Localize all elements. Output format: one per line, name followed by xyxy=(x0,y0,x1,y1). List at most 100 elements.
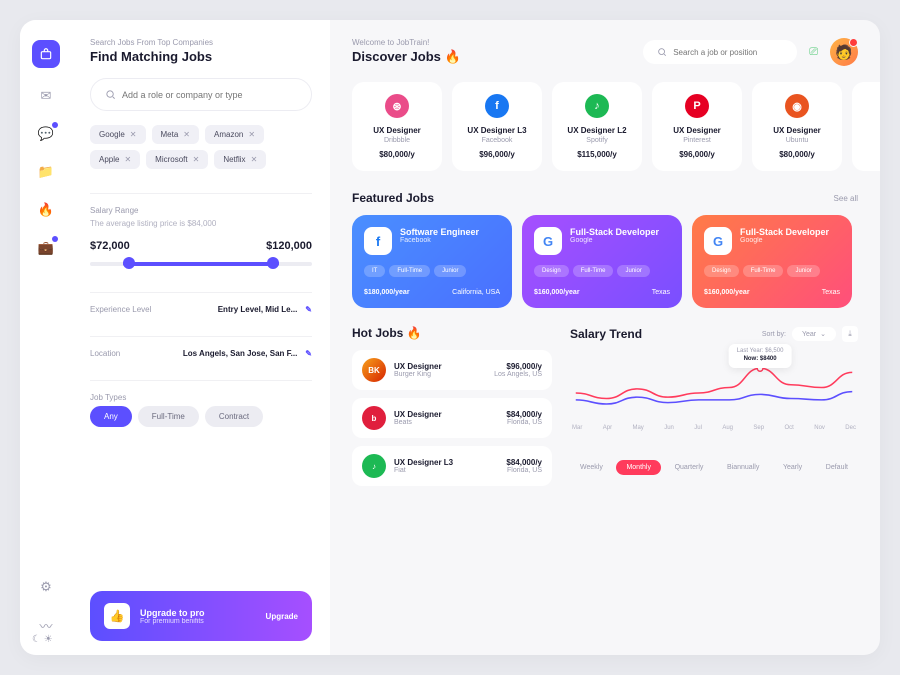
hot-job-item[interactable]: ♪ UX Designer L3Fiat $84,000/yFlorida, U… xyxy=(352,446,552,486)
period-option[interactable]: Quarterly xyxy=(665,460,714,475)
job-location: Texas xyxy=(822,289,840,296)
job-role: UX Designer xyxy=(362,126,432,135)
trending-icon[interactable]: 🔥 xyxy=(36,200,56,220)
filter-search[interactable] xyxy=(90,78,312,111)
filter-tag[interactable]: Amazon ✕ xyxy=(205,125,264,144)
see-all-link[interactable]: See all xyxy=(834,194,858,203)
loc-value[interactable]: Los Angels, San Jose, San F...✎ xyxy=(183,349,312,358)
slider-thumb-min[interactable] xyxy=(123,257,135,269)
job-type-chip[interactable]: Contract xyxy=(205,406,263,427)
filter-tag[interactable]: Meta ✕ xyxy=(152,125,200,144)
company-tags: Google ✕ Meta ✕ Amazon ✕ Apple ✕ Microsoft ✕… xyxy=(90,125,312,169)
job-location: California, USA xyxy=(452,289,500,296)
month-label: Nov xyxy=(814,425,825,431)
job-tag: Design xyxy=(534,265,569,277)
job-role: Software Engineer xyxy=(400,227,479,237)
company-logo: P xyxy=(685,94,709,118)
filter-tag[interactable]: Apple ✕ xyxy=(90,150,140,169)
company-card[interactable]: ◉ UX Designer Ubuntu $80,000/y xyxy=(752,82,842,171)
filter-tag[interactable]: Google ✕ xyxy=(90,125,146,144)
job-tag: Full-Time xyxy=(389,265,430,277)
job-role: UX Designer xyxy=(762,126,832,135)
close-icon[interactable]: ✕ xyxy=(183,130,190,139)
settings-icon[interactable]: ⚙ xyxy=(36,577,56,597)
company-name: Dribbble xyxy=(362,137,432,144)
panel-title: Find Matching Jobs xyxy=(90,49,312,64)
period-option[interactable]: Default xyxy=(816,460,858,475)
close-icon[interactable]: ✕ xyxy=(130,130,137,139)
company-card[interactable]: f UX Designer L3 Facebook $96,000/y xyxy=(452,82,542,171)
company-logo: ⊛ xyxy=(385,94,409,118)
company-name: Facebook xyxy=(462,137,532,144)
download-button[interactable]: ⤓ xyxy=(842,326,858,342)
close-icon[interactable]: ✕ xyxy=(124,155,131,164)
month-label: May xyxy=(632,425,643,431)
search-icon xyxy=(657,47,667,57)
chat-icon[interactable]: 💬 xyxy=(36,124,56,144)
salary-range-values: $72,000 $120,000 xyxy=(90,240,312,252)
filter-tag[interactable]: Microsoft ✕ xyxy=(146,150,208,169)
close-icon[interactable]: ✕ xyxy=(193,155,200,164)
avatar[interactable]: 🧑 xyxy=(830,38,858,66)
job-role: UX xyxy=(862,126,880,135)
activity-icon[interactable]: 〰 xyxy=(36,615,56,635)
slider-thumb-max[interactable] xyxy=(267,257,279,269)
featured-card[interactable]: G Full-Stack DeveloperGoogle DesignFull-… xyxy=(692,215,852,308)
company-card[interactable]: ⊛ UX Designer Dribbble $80,000/y xyxy=(352,82,442,171)
period-selector: WeeklyMonthly QuarterlyBiannually Yearly De… xyxy=(570,460,858,475)
briefcase-icon[interactable]: 💼 xyxy=(36,238,56,258)
close-icon[interactable]: ✕ xyxy=(248,130,255,139)
salary-chart: Last Year: $6,500 Now: $8400 MarAprMayJu… xyxy=(570,350,858,450)
main-search[interactable] xyxy=(643,40,797,64)
company-name: Ubuntu xyxy=(762,137,832,144)
filter-search-input[interactable] xyxy=(122,90,297,100)
job-salary: $96,000/y xyxy=(462,150,532,159)
hot-title: Hot Jobs 🔥 xyxy=(352,326,552,340)
company-name: Spotify xyxy=(562,137,632,144)
period-option[interactable]: Weekly xyxy=(570,460,613,475)
job-role: UX Designer L3 xyxy=(394,458,498,467)
close-icon[interactable]: ✕ xyxy=(251,155,258,164)
main-search-input[interactable] xyxy=(673,48,783,57)
month-label: Apr xyxy=(603,425,612,431)
chart-lines xyxy=(570,350,858,420)
edit-icon[interactable]: ✎ xyxy=(305,305,312,314)
panel-subtitle: Search Jobs From Top Companies xyxy=(90,38,312,47)
job-salary: $84,000/y xyxy=(506,458,542,467)
job-type-chips: Any Full-Time Contract xyxy=(90,406,312,427)
period-option[interactable]: Monthly xyxy=(616,460,661,475)
month-label: Mar xyxy=(572,425,582,431)
company-logo: f xyxy=(364,227,392,255)
filter-panel: Search Jobs From Top Companies Find Matc… xyxy=(72,20,330,655)
featured-card[interactable]: G Full-Stack DeveloperGoogle DesignFull-… xyxy=(522,215,682,308)
company-logo: ♪ xyxy=(362,454,386,478)
company-card[interactable]: • UX xyxy=(852,82,880,171)
salary-min: $72,000 xyxy=(90,240,130,252)
company-name: Beats xyxy=(394,419,498,426)
theme-toggle[interactable]: ☾ ☀ xyxy=(32,634,53,645)
hot-job-item[interactable]: b UX DesignerBeats $84,000/yFlorida, US xyxy=(352,398,552,438)
company-logo: BK xyxy=(362,358,386,382)
sort-dropdown[interactable]: Year⌄ xyxy=(792,327,836,341)
job-role: UX Designer L2 xyxy=(562,126,632,135)
upgrade-card[interactable]: 👍 Upgrade to pro For premium benifits Up… xyxy=(90,591,312,641)
upgrade-button[interactable]: Upgrade xyxy=(266,612,298,621)
company-card[interactable]: ♪ UX Designer L2 Spotify $115,000/y xyxy=(552,82,642,171)
salary-slider[interactable] xyxy=(90,262,312,266)
adjust-icon[interactable]: ⎚ xyxy=(809,47,818,58)
company-logo: ♪ xyxy=(585,94,609,118)
job-type-chip[interactable]: Any xyxy=(90,406,132,427)
edit-icon[interactable]: ✎ xyxy=(305,349,312,358)
hot-job-item[interactable]: BK UX DesignerBurger King $96,000/yLos A… xyxy=(352,350,552,390)
folder-icon[interactable]: 📁 xyxy=(36,162,56,182)
period-option[interactable]: Biannually xyxy=(717,460,769,475)
period-option[interactable]: Yearly xyxy=(773,460,812,475)
inbox-icon[interactable]: ✉ xyxy=(36,86,56,106)
featured-card[interactable]: f Software EngineerFacebook ITFull-TimeJ… xyxy=(352,215,512,308)
company-card[interactable]: P UX Designer Pinterest $96,000/y xyxy=(652,82,742,171)
job-type-chip[interactable]: Full-Time xyxy=(138,406,199,427)
job-tag: Junior xyxy=(617,265,649,277)
page-title: Discover Jobs 🔥 xyxy=(352,49,461,65)
exp-value[interactable]: Entry Level, Mid Le...✎ xyxy=(218,305,312,314)
filter-tag[interactable]: Netflix ✕ xyxy=(214,150,266,169)
